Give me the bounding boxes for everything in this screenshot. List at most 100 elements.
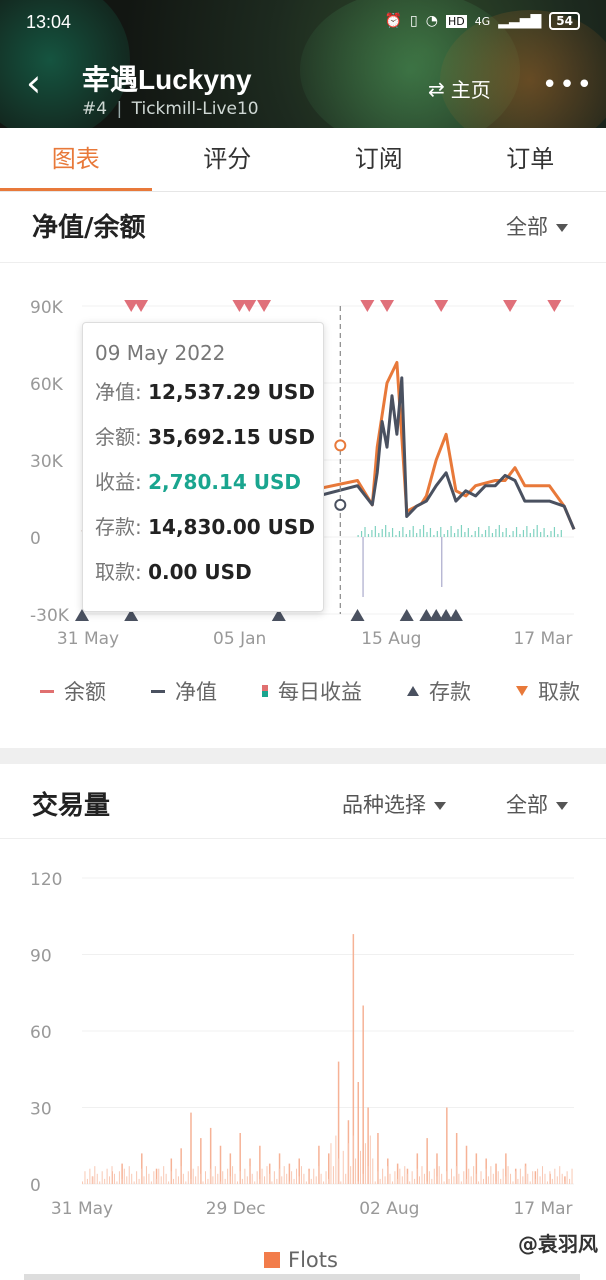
account-rank: #4 [82,99,108,119]
daily-profit-bar [457,529,459,537]
volume-bar [84,1171,86,1184]
volume-bar [524,1166,526,1184]
x-tick-label: 15 Aug [361,629,421,649]
volume-bar [367,1166,369,1184]
volume-bar [534,1178,536,1184]
daily-profit-bar [509,535,511,537]
symbol-select-dropdown[interactable]: 品种选择 [342,789,446,819]
volume-bar [495,1163,497,1184]
daily-profit-bar [522,530,525,537]
daily-profit-bar [505,528,507,537]
balance-marker [334,439,347,452]
volume-bar [519,1168,521,1184]
volume-legend[interactable]: Flots [264,1248,338,1272]
triangle-up-icon [407,686,419,696]
daily-profit-bar [426,532,428,537]
volume-bar [236,1181,238,1184]
volume-bar [266,1166,268,1184]
more-icon[interactable]: ••• [542,70,594,100]
volume-bar [200,1173,202,1184]
volume-bar [328,1178,329,1184]
tooltip-row: 收益: 2,780.14 USD [95,470,302,494]
hd-label: HD [445,14,467,28]
daily-profit-bar [357,535,359,537]
volume-bar [227,1168,229,1184]
volume-bar [143,1176,145,1184]
volume-bar [355,1158,357,1184]
volume-bar [175,1168,177,1184]
tab-chart[interactable]: 图表 [0,128,152,191]
y-tick-label: 30 [30,1100,52,1120]
home-button[interactable]: ⇄ 主页 [428,74,491,103]
deposit-marker [350,609,365,621]
volume-chart[interactable]: 120 90 60 30 0 31 May 29 Dec 02 Aug 17 Mar [0,850,606,1240]
volume-bar [490,1166,492,1184]
volume-bar [512,1181,514,1184]
volume-bar [219,1145,222,1184]
volume-bar [372,1158,374,1184]
volume-bar [116,1181,118,1184]
volume-bar [273,1171,275,1184]
daily-profit-bar [481,534,483,537]
volume-bar [148,1173,150,1184]
account-subtitle: #4 | Tickmill-Live10 [82,99,259,119]
volume-bar [394,1171,396,1184]
equity-section-title: 净值/余额 [32,213,146,243]
tab-orders[interactable]: 订单 [455,128,606,191]
daily-profit-bar [515,527,518,537]
volume-range-dropdown[interactable]: 全部 [506,789,568,819]
volume-bar [497,1171,499,1184]
volume-bar [446,1171,448,1184]
volume-bar [465,1145,468,1184]
section-separator [0,748,606,764]
volume-bar [214,1166,216,1184]
volume-bar [308,1171,310,1184]
volume-bar [428,1171,430,1184]
volume-bar [185,1181,187,1184]
legend-swatch [264,1252,280,1268]
volume-bar [364,1143,366,1184]
volume-bar [475,1173,477,1184]
y-tick-label: 60 [30,1023,52,1043]
volume-bar [91,1176,93,1184]
volume-bar [569,1178,571,1184]
chevron-down-icon [556,802,568,810]
account-header: 13:04 ⏰ ▯ ◔ HD 4G ▂▃▅▇ 54 ‹ 幸遇Luckyny #4… [0,0,606,128]
legend-equity[interactable]: 净值 [151,676,217,706]
daily-profit-bar [391,528,394,537]
volume-bar [571,1168,573,1184]
volume-bar [239,1171,241,1184]
legend-deposit[interactable]: 存款 [407,676,471,706]
tab-rating[interactable]: 评分 [152,128,304,191]
volume-bar [549,1171,551,1184]
volume-bar [377,1171,379,1184]
volume-bar [244,1168,246,1184]
daily-profit-bar [546,535,549,537]
daily-profit-bar [560,530,562,537]
legend-daily-profit[interactable]: 每日收益 [262,676,362,706]
volume-bar [556,1176,558,1184]
volume-bar [246,1176,248,1184]
legend-withdrawal[interactable]: 取款 [516,676,580,706]
daily-profit-bar [526,526,528,537]
volume-bar [150,1181,152,1184]
battery-icon: 54 [549,12,580,30]
watermark: @袁羽风 [518,1232,598,1256]
tab-subscribe[interactable]: 订阅 [303,128,455,191]
volume-bar [441,1173,443,1184]
status-icons: ⏰ ▯ ◔ HD 4G ▂▃▅▇ 54 [385,12,580,30]
legend-balance[interactable]: 余额 [40,676,106,706]
volume-bar [455,1166,457,1184]
equity-range-dropdown[interactable]: 全部 [506,211,568,241]
legend-swatch [151,689,165,693]
chevron-down-icon [556,224,568,232]
daily-profit-bar [453,533,456,537]
back-icon[interactable]: ‹ [26,64,41,102]
status-time: 13:04 [26,12,72,32]
daily-profit-bar [364,527,366,537]
volume-bar [173,1178,175,1184]
volume-bar [121,1178,123,1184]
title-bar: ‹ 幸遇Luckyny #4 | Tickmill-Live10 ⇄ 主页 ••… [0,52,606,124]
volume-bar [271,1181,273,1184]
volume-bar [458,1173,460,1184]
